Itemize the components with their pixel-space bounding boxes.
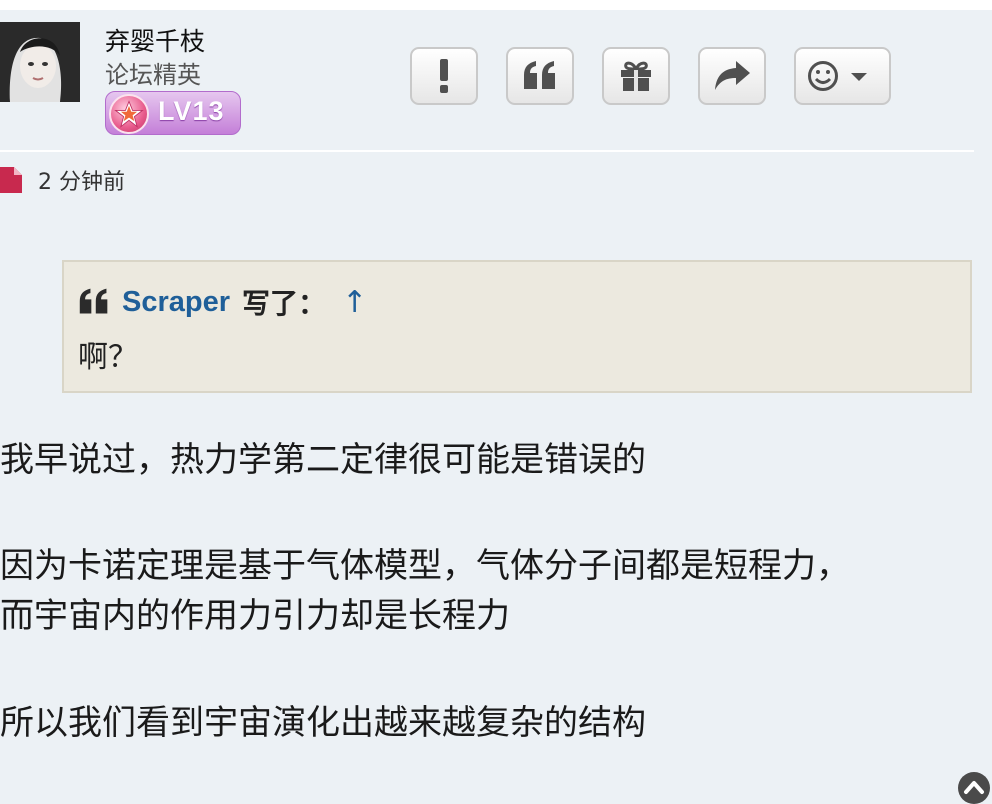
avatar-image	[0, 22, 80, 102]
post-paragraph: 而宇宙内的作用力引力却是长程力	[0, 596, 510, 636]
file-icon	[0, 167, 22, 193]
avatar[interactable]	[0, 22, 80, 102]
post-paragraph: 所以我们看到宇宙演化出越来越复杂的结构	[0, 703, 646, 743]
header-divider	[0, 150, 974, 152]
star-icon	[109, 94, 149, 134]
exclamation-icon	[440, 59, 448, 93]
report-button[interactable]	[410, 47, 478, 105]
post-time: 2 分钟前	[0, 164, 125, 196]
quote-author-link[interactable]: Scraper	[122, 286, 230, 319]
quote-icon	[79, 288, 108, 314]
emoji-button[interactable]	[794, 47, 891, 105]
share-arrow-icon	[715, 61, 750, 90]
level-badge: LV13	[105, 91, 241, 135]
gift-icon	[621, 61, 651, 91]
gift-button[interactable]	[602, 47, 670, 105]
quote-text: 啊？	[78, 340, 138, 375]
quote-button[interactable]	[506, 47, 574, 105]
top-strip	[0, 0, 992, 10]
username[interactable]: 弃婴千枝	[105, 22, 205, 58]
user-rank: 论坛精英	[105, 61, 201, 89]
chevron-up-icon	[964, 781, 984, 794]
post-timestamp[interactable]: 2 分钟前	[38, 164, 125, 196]
quote-jump-up-link[interactable]: ↑	[342, 285, 367, 320]
post-paragraph: 因为卡诺定理是基于气体模型，气体分子间都是短程力，	[0, 546, 850, 586]
quote-icon	[524, 61, 555, 89]
scroll-to-top-button[interactable]	[958, 772, 990, 804]
quote-wrote-label: 写了：	[242, 287, 327, 320]
smiley-dropdown-icon	[807, 61, 867, 91]
quote-block: Scraper 写了： ↑ 啊？	[62, 260, 972, 393]
level-text: LV13	[158, 96, 225, 126]
quote-header: Scraper 写了： ↑	[78, 282, 367, 322]
share-button[interactable]	[698, 47, 766, 105]
post-paragraph: 我早说过，热力学第二定律很可能是错误的	[0, 440, 646, 480]
